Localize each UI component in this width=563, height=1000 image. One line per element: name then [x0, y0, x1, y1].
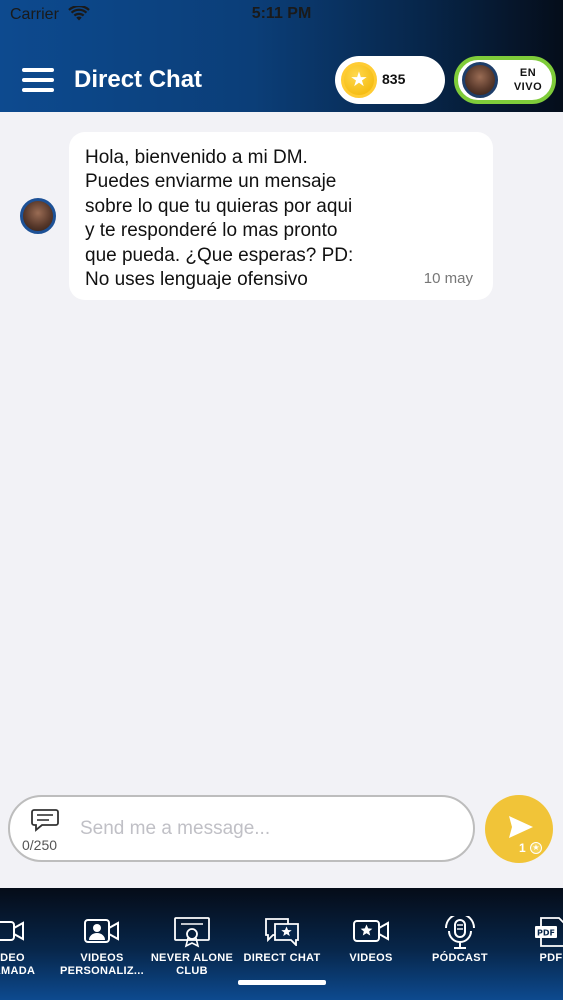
- live-button[interactable]: EN VIVO: [454, 56, 556, 104]
- active-tab-indicator: [238, 980, 326, 985]
- coin-count: 835: [382, 71, 406, 87]
- live-label-line2: VIVO: [513, 81, 543, 93]
- message-composer: 0/250: [8, 795, 475, 862]
- personalized-video-icon: [83, 916, 121, 951]
- send-button[interactable]: 1 ★: [485, 795, 553, 863]
- sender-avatar[interactable]: [20, 198, 56, 234]
- send-coin-icon: ★: [530, 842, 542, 854]
- nav-label-pdf: PDF: [539, 952, 563, 964]
- nav-label-direct-chat: DIRECT CHAT: [243, 952, 321, 964]
- clock: 5:11 PM: [251, 5, 312, 22]
- live-label-line1: EN: [519, 67, 537, 79]
- character-counter: 0/250: [22, 837, 58, 853]
- nav-label-videos: VIDEOS: [349, 952, 393, 964]
- star-coin-icon: ★: [341, 62, 377, 98]
- video-star-icon: [352, 916, 390, 951]
- app-header: Carrier 5:11 PM Direct Chat ★ 835 EN VIV…: [0, 0, 563, 112]
- coin-balance[interactable]: ★ 835: [335, 56, 445, 104]
- nav-item-podcast[interactable]: PÓDCAST: [414, 888, 506, 1000]
- nav-item-videos[interactable]: VIDEOS: [326, 888, 416, 1000]
- nav-label-never-alone-club: NEVER ALONE CLUB: [150, 952, 234, 977]
- message-bubble: Hola, bienvenido a mi DM. Puedes enviarm…: [69, 132, 493, 300]
- live-avatar: [462, 62, 498, 98]
- nav-item-pdf[interactable]: PDF PDF: [518, 888, 563, 1000]
- video-call-icon: [0, 916, 26, 951]
- pdf-icon: PDF: [533, 916, 563, 953]
- message-text: Hola, bienvenido a mi DM. Puedes enviarm…: [85, 147, 354, 291]
- nav-label-video-call: VIDEO LLAMADA: [0, 952, 36, 977]
- podcast-mic-icon: [443, 913, 477, 955]
- page-title: Direct Chat: [74, 66, 203, 93]
- nav-item-never-alone-club[interactable]: NEVER ALONE CLUB: [146, 888, 238, 1000]
- bottom-navigation: VIDEO LLAMADA VIDEOS PERSONALIZ... NEVER…: [0, 888, 563, 1000]
- message-input[interactable]: [80, 811, 460, 847]
- nav-label-podcast: PÓDCAST: [432, 952, 488, 964]
- status-bar: Carrier 5:11 PM: [0, 0, 563, 30]
- svg-text:PDF: PDF: [537, 929, 555, 938]
- chat-star-icon: [263, 916, 301, 951]
- message-date: 10 may: [423, 270, 473, 287]
- certificate-icon: [173, 916, 211, 953]
- nav-item-personalized-videos[interactable]: VIDEOS PERSONALIZ...: [56, 888, 148, 1000]
- nav-label-personalized-videos: VIDEOS PERSONALIZ...: [60, 952, 144, 977]
- hamburger-menu-icon[interactable]: [22, 66, 56, 94]
- nav-item-video-call[interactable]: VIDEO LLAMADA: [0, 888, 40, 1000]
- send-cost: 1: [519, 841, 526, 855]
- chat-bubble-icon: [31, 808, 59, 839]
- live-label: EN VIVO: [506, 66, 550, 94]
